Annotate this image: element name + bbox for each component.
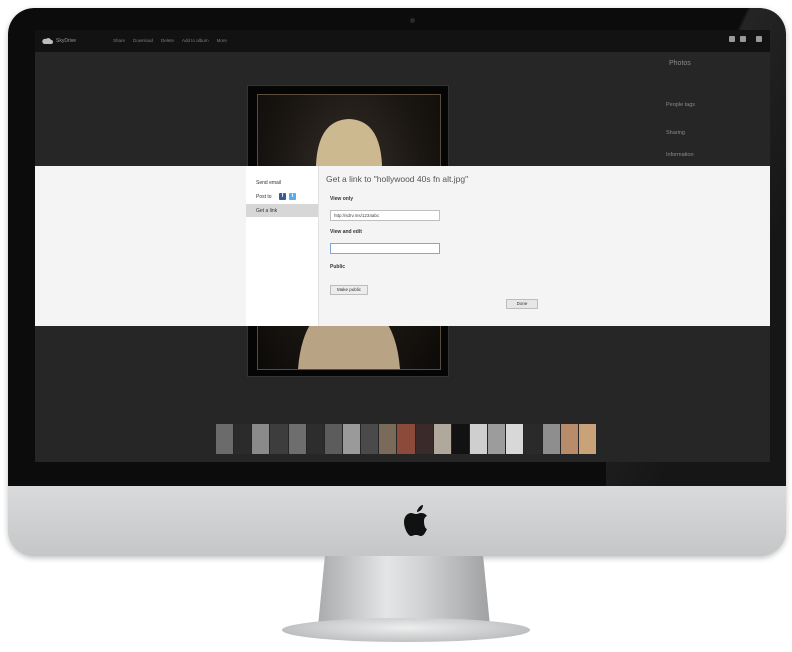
thumbnail[interactable] (578, 424, 596, 454)
thumbnail[interactable] (234, 424, 252, 454)
view-only-link: http://sdrv.ms/1234abc (334, 213, 380, 218)
thumbnail[interactable] (216, 424, 234, 454)
notifications-icon[interactable] (729, 36, 735, 42)
panel-title: Photos (669, 60, 691, 67)
thumbnail[interactable] (524, 424, 542, 454)
brand[interactable]: SkyDrive (41, 37, 76, 44)
thumbnail[interactable] (488, 424, 506, 454)
cloud-icon (42, 38, 53, 44)
thumbnail[interactable] (451, 424, 469, 454)
menu-get-a-link-label: Get a link (256, 208, 278, 214)
apple-logo-icon (404, 505, 427, 536)
view-and-edit-label: View and edit (330, 229, 362, 235)
get-link-panel: Get a link to "hollywood 40s fn alt.jpg"… (326, 166, 566, 326)
thumbnail[interactable] (361, 424, 379, 454)
nav-add-to-album[interactable]: Add to album (182, 38, 209, 43)
view-and-edit-link-field[interactable] (330, 243, 440, 254)
public-label: Public (330, 264, 346, 270)
nav-more[interactable]: More (217, 38, 227, 43)
thumbnail[interactable] (397, 424, 415, 454)
thumbnail[interactable] (469, 424, 488, 454)
share-dialog: Send email Post to f t Get a link Get a … (35, 166, 770, 326)
view-only-label: View only (330, 196, 353, 202)
thumbnail[interactable] (252, 424, 270, 454)
action-nav: Share Download Delete Add to album More (113, 38, 227, 43)
thumbnail[interactable] (324, 424, 342, 454)
nav-delete[interactable]: Delete (161, 38, 174, 43)
thumbnail[interactable] (433, 424, 451, 454)
thumbnail[interactable] (379, 424, 397, 454)
stand-base (282, 618, 530, 642)
section-information[interactable]: Information (666, 152, 694, 158)
facebook-icon[interactable]: f (279, 193, 286, 200)
menu-post-to-label: Post to (256, 194, 272, 200)
thumbnail[interactable] (506, 424, 524, 454)
thumbnail[interactable] (542, 424, 560, 454)
menu-get-a-link[interactable]: Get a link (246, 204, 318, 217)
thumbnail[interactable] (270, 424, 288, 454)
done-button[interactable]: Done (506, 299, 538, 309)
avatar[interactable] (756, 36, 762, 42)
nav-share[interactable]: Share (113, 38, 125, 43)
stand-neck (318, 556, 490, 626)
thumbnail[interactable] (288, 424, 306, 454)
bar-icons (729, 36, 762, 42)
share-menu: Send email Post to f t Get a link (246, 166, 319, 326)
menu-send-email[interactable]: Send email (246, 176, 318, 189)
thumbnail[interactable] (560, 424, 578, 454)
filmstrip (216, 424, 596, 454)
menu-send-email-label: Send email (256, 180, 282, 186)
brand-name: SkyDrive (56, 37, 77, 44)
camera-icon (410, 18, 415, 23)
thumbnail[interactable] (306, 424, 324, 454)
menu-post-to[interactable]: Post to f t (246, 190, 318, 203)
view-only-link-field[interactable]: http://sdrv.ms/1234abc (330, 210, 440, 221)
screen: SkyDrive Share Download Delete Add to al… (35, 30, 770, 462)
section-people-tags[interactable]: People tags (666, 102, 695, 108)
twitter-icon[interactable]: t (289, 193, 296, 200)
dialog-title: Get a link to "hollywood 40s fn alt.jpg" (326, 174, 469, 184)
app-bar: SkyDrive Share Download Delete Add to al… (35, 30, 770, 52)
thumbnail[interactable] (342, 424, 361, 454)
imac-chin (8, 486, 786, 556)
section-sharing[interactable]: Sharing (666, 130, 685, 136)
settings-icon[interactable] (740, 36, 746, 42)
nav-download[interactable]: Download (133, 38, 153, 43)
thumbnail[interactable] (415, 424, 433, 454)
make-public-button[interactable]: Make public (330, 285, 368, 295)
